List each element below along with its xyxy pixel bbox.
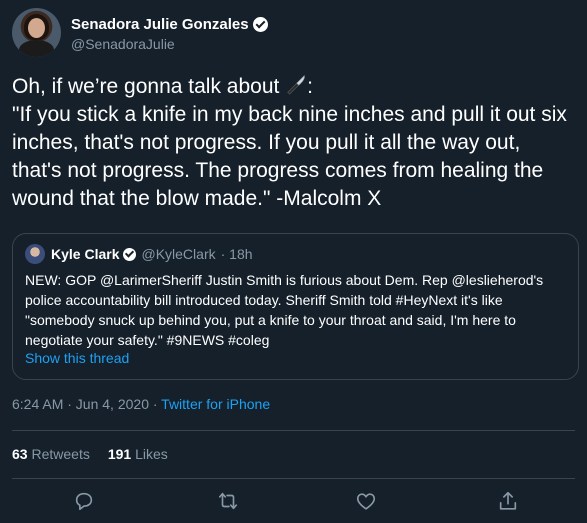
like-button[interactable] xyxy=(355,490,379,514)
quoted-time: · 18h xyxy=(220,246,253,262)
quoted-tweet[interactable]: Kyle Clark @KyleClark · 18h NEW: GOP @La… xyxy=(12,233,579,380)
tweet-text: Oh, if we’re gonna talk about : "If you … xyxy=(12,73,572,213)
retweet-button[interactable] xyxy=(217,490,241,514)
reply-button[interactable] xyxy=(73,490,97,514)
quoted-avatar xyxy=(25,244,45,264)
avatar[interactable] xyxy=(12,8,61,57)
verified-badge-icon xyxy=(252,16,268,32)
divider xyxy=(12,478,575,479)
likes-stat[interactable]: 191 Likes xyxy=(108,446,168,462)
tweet-timestamp: 6:24 AM · Jun 4, 2020 · Twitter for iPho… xyxy=(12,396,270,412)
avatar-shirt xyxy=(19,40,54,57)
tweet-stats: 63 Retweets 191 Likes xyxy=(12,446,168,462)
likes-count: 191 xyxy=(107,446,132,462)
quoted-tweet-header: Kyle Clark @KyleClark · 18h xyxy=(25,244,253,264)
retweets-label: Retweets xyxy=(31,446,90,462)
divider xyxy=(12,430,575,431)
likes-label: Likes xyxy=(135,446,168,462)
quoted-tweet-text: NEW: GOP @LarimerSheriff Justin Smith is… xyxy=(25,272,544,348)
retweets-count: 63 xyxy=(12,446,28,462)
retweet-icon xyxy=(218,492,238,510)
tweet-actions xyxy=(0,490,587,516)
quoted-display-name: Kyle Clark xyxy=(51,246,120,262)
author-display-name[interactable]: Senadora Julie Gonzales xyxy=(71,14,268,34)
retweets-stat[interactable]: 63 Retweets xyxy=(12,446,90,462)
quoted-verified-badge-icon xyxy=(123,247,137,261)
show-thread-link[interactable]: Show this thread xyxy=(25,350,129,366)
tweet-source-link[interactable]: Twitter for iPhone xyxy=(161,396,270,412)
author-names: Senadora Julie Gonzales @SenadoraJulie xyxy=(71,14,268,52)
reply-icon xyxy=(75,492,93,511)
author-display-name-text[interactable]: Senadora Julie Gonzales xyxy=(71,16,249,33)
like-icon xyxy=(356,493,376,510)
tweet: Senadora Julie Gonzales @SenadoraJulie O… xyxy=(0,0,587,523)
tweet-text-start: Oh, if we’re gonna talk about xyxy=(12,75,286,98)
kitchen-knife-emoji-icon xyxy=(287,75,305,95)
share-button[interactable] xyxy=(497,490,521,514)
quoted-handle: @KyleClark xyxy=(141,246,216,262)
timestamp-text[interactable]: 6:24 AM · Jun 4, 2020 · xyxy=(12,396,161,412)
share-icon xyxy=(499,491,517,510)
tweet-header: Senadora Julie Gonzales @SenadoraJulie xyxy=(12,8,268,57)
author-handle[interactable]: @SenadoraJulie xyxy=(71,36,268,52)
avatar-face xyxy=(28,18,45,38)
